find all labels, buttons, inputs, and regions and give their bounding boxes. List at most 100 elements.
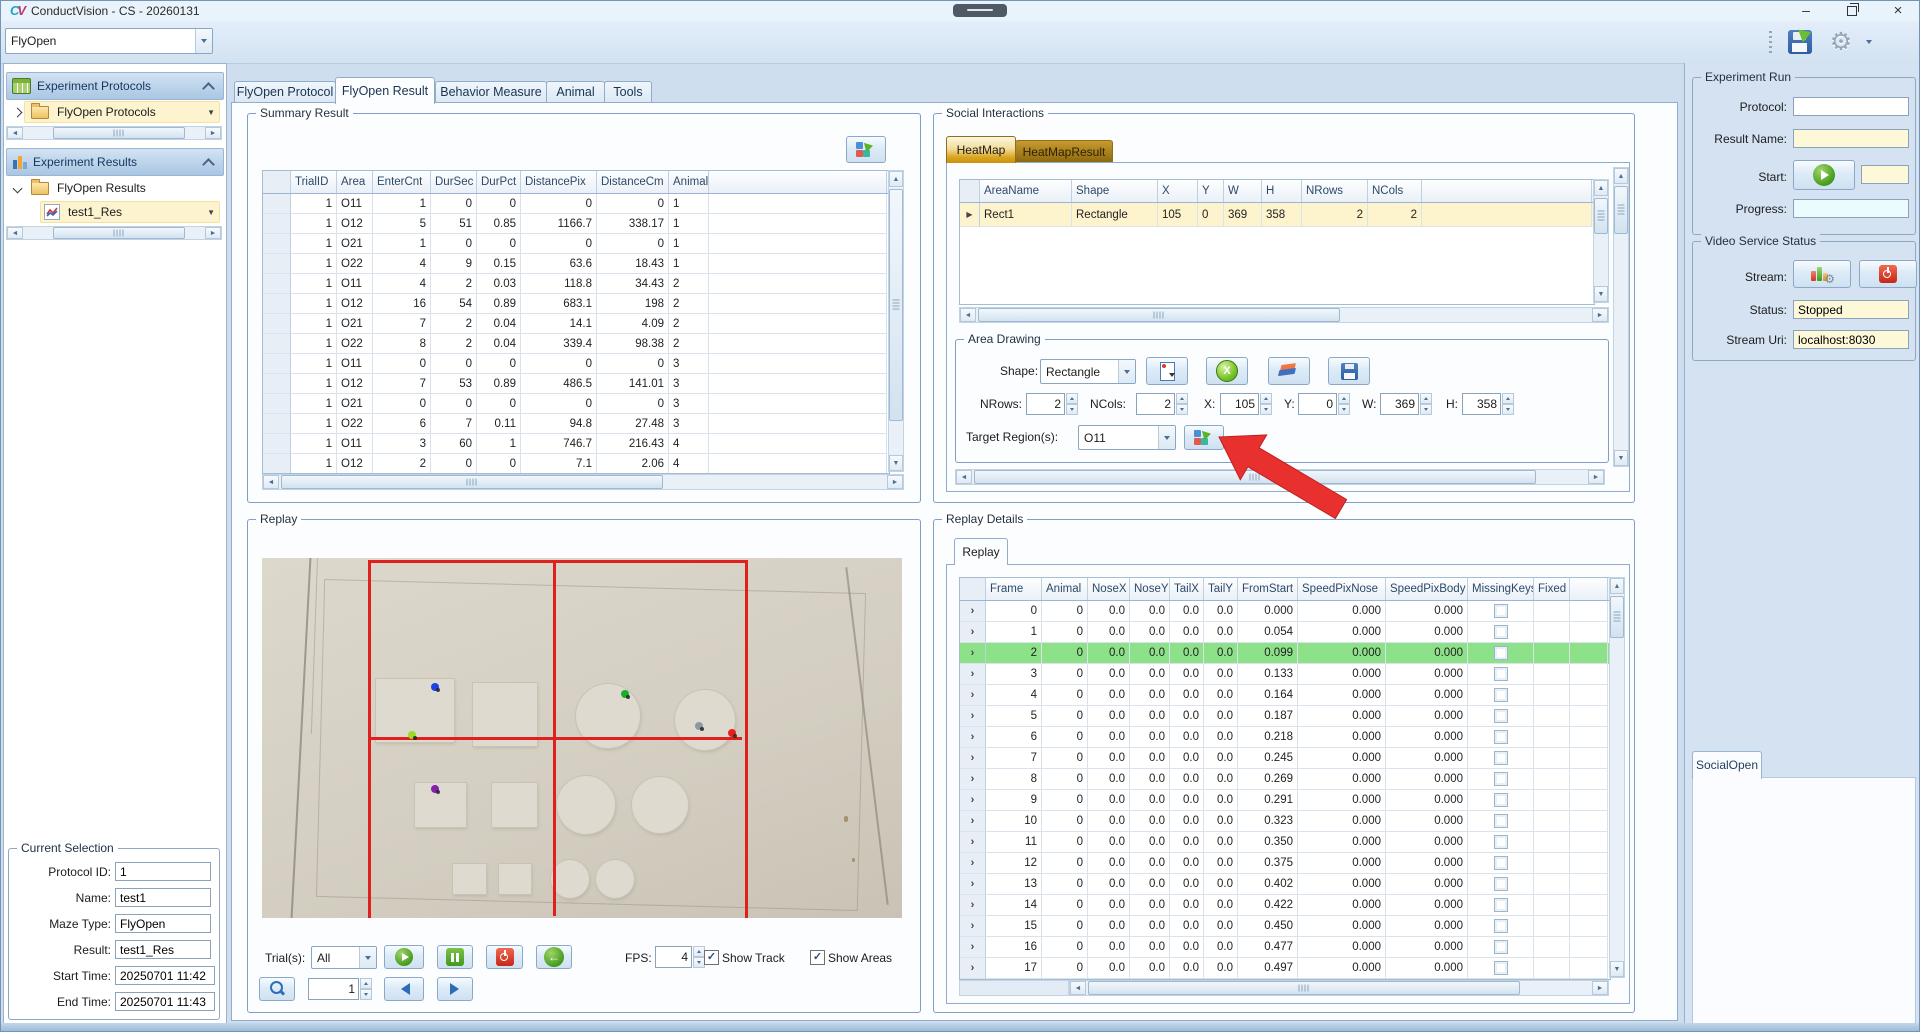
table-row[interactable]: 1O22490.1563.618.431 [263, 254, 889, 274]
table-row[interactable]: ▶Rect1Rectangle105036935822 [960, 203, 1594, 227]
missingkeys-checkbox[interactable] [1494, 835, 1508, 849]
spin-down-icon[interactable] [360, 989, 372, 1000]
scrollbar-thumb[interactable] [1088, 981, 1520, 995]
results-panel-header[interactable]: Experiment Results [6, 148, 224, 176]
column-header[interactable]: NRows [1302, 180, 1368, 202]
scroll-up-icon[interactable]: ▲ [1614, 168, 1628, 184]
protocol-id-field[interactable] [115, 862, 211, 881]
w-stepper[interactable]: 369 [1380, 393, 1432, 415]
column-header[interactable]: SpeedPixNose [1298, 578, 1386, 600]
missingkeys-checkbox[interactable] [1494, 919, 1508, 933]
row-selector[interactable] [263, 394, 291, 414]
column-header[interactable]: W [1224, 180, 1262, 202]
table-row[interactable]: 1O122007.12.064 [263, 454, 889, 474]
missingkeys-checkbox[interactable] [1494, 814, 1508, 828]
table-row[interactable]: 1O127530.89486.5141.013 [263, 374, 889, 394]
scrollbar-thumb[interactable] [974, 470, 1536, 484]
tree-item-flyopen-results[interactable]: FlyOpen Results [6, 176, 222, 200]
row-selector[interactable]: › [960, 643, 986, 664]
scroll-down-icon[interactable]: ▼ [1614, 450, 1628, 466]
scroll-right-icon[interactable]: ► [1592, 308, 1608, 322]
table-row[interactable]: ›1700.00.00.00.00.4970.0000.000 [960, 958, 1610, 979]
scrollbar-thumb[interactable] [889, 189, 903, 421]
tab-heatmap[interactable]: HeatMap [946, 136, 1016, 163]
x-stepper[interactable]: 105 [1220, 393, 1272, 415]
row-selector[interactable] [263, 454, 291, 474]
column-header[interactable]: NoseX [1088, 578, 1130, 600]
table-row[interactable]: ›600.00.00.00.00.2180.0000.000 [960, 727, 1610, 748]
column-header[interactable]: NCols [1368, 180, 1422, 202]
table-row[interactable]: ›100.00.00.00.00.0540.0000.000 [960, 622, 1610, 643]
table-row[interactable]: ›800.00.00.00.00.2690.0000.000 [960, 769, 1610, 790]
tab-animal[interactable]: Animal [546, 81, 605, 104]
row-selector[interactable]: › [960, 769, 986, 790]
tab-tools[interactable]: Tools [604, 81, 652, 104]
scroll-up-icon[interactable]: ▲ [1610, 578, 1624, 594]
row-selector[interactable]: › [960, 706, 986, 727]
row-selector[interactable]: › [960, 853, 986, 874]
scroll-left-icon[interactable]: ◄ [263, 475, 279, 489]
scroll-left-icon[interactable]: ◄ [1070, 981, 1086, 995]
frame-stepper[interactable]: 1 [308, 978, 372, 1000]
missingkeys-checkbox[interactable] [1494, 772, 1508, 786]
table-row[interactable]: 1O11000003 [263, 354, 889, 374]
content-hscrollbar[interactable]: ◄ ► [955, 469, 1605, 485]
play-button[interactable] [384, 945, 424, 969]
column-header[interactable]: Shape [1072, 180, 1158, 202]
tab-behavior-measure[interactable]: Behavior Measure [435, 81, 547, 104]
column-header[interactable]: Animal [669, 171, 709, 193]
status-field[interactable] [1793, 300, 1909, 319]
row-selector[interactable] [263, 274, 291, 294]
table-row[interactable]: 1O21000003 [263, 394, 889, 414]
row-selector[interactable] [263, 314, 291, 334]
scroll-left-icon[interactable]: ◄ [7, 127, 23, 139]
column-header[interactable]: Frame [986, 578, 1042, 600]
scroll-right-icon[interactable]: ► [1588, 470, 1604, 484]
target-regions-select[interactable]: O11 [1078, 425, 1176, 450]
table-row[interactable]: 1O21100001 [263, 234, 889, 254]
row-selector[interactable]: › [960, 811, 986, 832]
missingkeys-checkbox[interactable] [1494, 604, 1508, 618]
stream-power-button[interactable] [1859, 260, 1917, 288]
table-row[interactable]: ›000.00.00.00.00.0000.0000.000 [960, 601, 1610, 622]
content-vscrollbar[interactable]: ▲ ▼ [1613, 167, 1629, 467]
row-selector[interactable]: › [960, 958, 986, 979]
table-row[interactable]: ›1100.00.00.00.00.3500.0000.000 [960, 832, 1610, 853]
table-row[interactable]: ›700.00.00.00.00.2450.0000.000 [960, 748, 1610, 769]
summary-vscrollbar[interactable]: ▲ ▼ [888, 170, 904, 472]
column-header[interactable]: Area [337, 171, 373, 193]
frame-search-button[interactable] [259, 977, 295, 1001]
scrollbar-thumb[interactable] [1610, 596, 1624, 638]
missingkeys-checkbox[interactable] [1494, 751, 1508, 765]
tree-item-test1-res[interactable]: test1_Res ▼ [6, 200, 222, 224]
table-row[interactable]: 1O21720.0414.14.092 [263, 314, 889, 334]
row-selector[interactable]: › [960, 685, 986, 706]
table-row[interactable]: 1O1216540.89683.11982 [263, 294, 889, 314]
scroll-right-icon[interactable]: ► [1592, 981, 1608, 995]
tab-socialopen[interactable]: SocialOpen [1692, 751, 1762, 779]
missingkeys-checkbox[interactable] [1494, 940, 1508, 954]
run-counter-field[interactable] [1861, 165, 1909, 184]
stream-config-button[interactable]: ⚙ [1793, 260, 1851, 288]
missingkeys-checkbox[interactable] [1494, 961, 1508, 975]
close-button[interactable]: × [1875, 1, 1920, 21]
scrollbar-thumb[interactable] [53, 127, 185, 139]
scroll-left-icon[interactable]: ◄ [7, 227, 23, 239]
tab-flyopen-result[interactable]: FlyOpen Result [335, 77, 435, 104]
summary-export-button[interactable] [846, 136, 886, 163]
scroll-right-icon[interactable]: ► [205, 127, 221, 139]
table-row[interactable]: ›1200.00.00.00.00.3750.0000.000 [960, 853, 1610, 874]
row-selector[interactable]: ▶ [960, 203, 980, 227]
apply-target-regions-button[interactable] [1184, 425, 1224, 450]
row-selector[interactable]: › [960, 727, 986, 748]
draw-area-button[interactable] [1146, 357, 1188, 385]
save-areas-button[interactable] [1328, 357, 1370, 385]
scrollbar-thumb[interactable] [1594, 198, 1608, 234]
trials-select[interactable]: All [311, 946, 377, 969]
missingkeys-checkbox[interactable] [1494, 646, 1508, 660]
protocols-panel-header[interactable]: Experiment Protocols [6, 72, 224, 100]
column-header[interactable]: EnterCnt [373, 171, 431, 193]
column-header[interactable]: Animal [1042, 578, 1088, 600]
table-row[interactable]: 1O11420.03118.834.432 [263, 274, 889, 294]
shape-select[interactable]: Rectangle [1040, 359, 1136, 384]
